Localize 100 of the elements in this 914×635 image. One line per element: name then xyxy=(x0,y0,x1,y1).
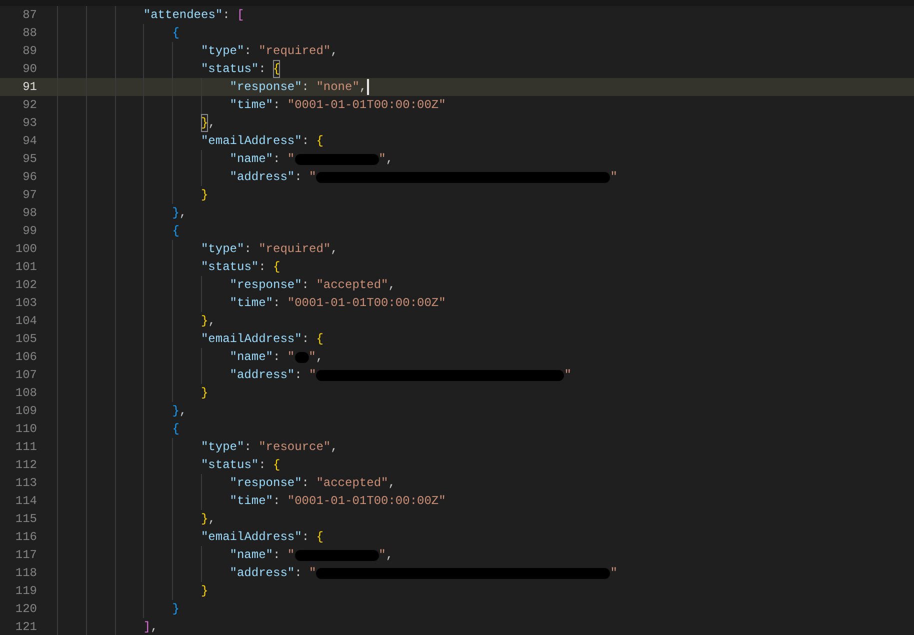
punctuation: , xyxy=(330,43,338,60)
json-key: "name" xyxy=(230,348,273,366)
line-number: 118 xyxy=(15,566,37,580)
punctuation: , xyxy=(388,277,396,294)
line-number: 88 xyxy=(22,26,37,40)
punctuation: : xyxy=(273,97,282,114)
bracket: } xyxy=(200,187,208,204)
line-number: 106 xyxy=(15,350,37,364)
json-string: " xyxy=(309,565,316,582)
punctuation: : xyxy=(302,475,310,492)
punctuation: : xyxy=(302,331,310,348)
json-string: "0001-01-01T00:00:00Z" xyxy=(287,97,446,114)
line-number: 109 xyxy=(15,404,37,418)
bracket: } xyxy=(172,601,180,618)
line-number: 108 xyxy=(15,386,37,400)
line-number: 112 xyxy=(15,458,37,472)
line-number: 94 xyxy=(22,134,37,148)
punctuation: : xyxy=(244,439,252,456)
bracket: [ xyxy=(237,7,244,24)
bracket: { xyxy=(172,223,180,240)
json-string: " xyxy=(564,367,572,384)
json-key: "address" xyxy=(230,366,295,384)
line-number: 105 xyxy=(15,332,37,346)
punctuation: , xyxy=(330,241,338,258)
json-key: "emailAddress" xyxy=(200,528,302,546)
bracket: } xyxy=(172,205,180,222)
json-key: "name" xyxy=(230,150,273,168)
json-key: "time" xyxy=(230,492,273,510)
text-cursor xyxy=(366,79,369,95)
punctuation: , xyxy=(359,79,367,96)
line-number: 107 xyxy=(15,368,37,382)
json-key: "status" xyxy=(200,456,259,474)
redaction-mark xyxy=(294,352,309,362)
line-number: 102 xyxy=(15,278,37,292)
punctuation: : xyxy=(294,367,303,384)
punctuation: : xyxy=(294,169,303,186)
bracket: { xyxy=(273,60,280,78)
json-key: "name" xyxy=(230,546,273,564)
punctuation: , xyxy=(208,115,216,132)
json-string: "accepted" xyxy=(316,475,388,492)
json-key: "emailAddress" xyxy=(200,132,302,150)
json-key: "status" xyxy=(200,258,259,276)
json-key: "time" xyxy=(230,294,273,312)
bracket: } xyxy=(200,313,208,330)
punctuation: , xyxy=(388,475,396,492)
line-number: 103 xyxy=(15,296,37,310)
line-number: 111 xyxy=(15,440,37,454)
line-number: 99 xyxy=(22,224,37,238)
line-number: 90 xyxy=(22,62,37,76)
line-number: 117 xyxy=(15,548,37,562)
bracket: { xyxy=(316,133,324,150)
punctuation: : xyxy=(258,259,267,276)
punctuation: : xyxy=(258,61,267,78)
line-number: 91 xyxy=(22,80,37,94)
json-key: "response" xyxy=(230,474,302,492)
bracket: { xyxy=(172,421,180,438)
bracket: ] xyxy=(143,619,151,635)
json-key: "address" xyxy=(230,168,295,186)
line-number: 119 xyxy=(15,584,37,598)
line-number: 87 xyxy=(22,8,37,22)
json-key: "emailAddress" xyxy=(200,330,302,348)
line-number: 100 xyxy=(15,242,37,256)
punctuation: : xyxy=(273,547,282,564)
json-string: "0001-01-01T00:00:00Z" xyxy=(287,493,446,510)
json-string: " xyxy=(308,349,316,366)
json-string: " xyxy=(287,151,295,168)
bracket: } xyxy=(200,385,208,402)
json-string: "0001-01-01T00:00:00Z" xyxy=(287,295,446,312)
punctuation: : xyxy=(302,133,310,150)
line-number: 114 xyxy=(15,494,37,508)
bracket: } xyxy=(200,511,208,528)
line-number: 92 xyxy=(22,98,37,112)
punctuation: : xyxy=(244,241,252,258)
punctuation: : xyxy=(273,349,282,366)
json-key: "type" xyxy=(200,438,244,456)
line-number: 116 xyxy=(15,530,37,544)
json-string: " xyxy=(378,151,386,168)
line-number: 96 xyxy=(22,170,37,184)
punctuation: : xyxy=(258,457,267,474)
json-string: " xyxy=(378,547,386,564)
bracket: { xyxy=(273,259,280,276)
line-number: 93 xyxy=(22,116,37,130)
bracket: { xyxy=(316,529,324,546)
punctuation: : xyxy=(222,7,231,24)
json-string: "required" xyxy=(258,43,331,60)
punctuation: : xyxy=(302,277,310,294)
punctuation: : xyxy=(244,43,252,60)
punctuation: : xyxy=(294,565,303,582)
json-string: "resource" xyxy=(258,439,331,456)
line-number: 95 xyxy=(22,152,37,166)
line-number: 115 xyxy=(15,512,37,526)
line-number: 113 xyxy=(15,476,37,490)
punctuation: , xyxy=(316,349,324,366)
punctuation: , xyxy=(150,619,158,635)
json-string: " xyxy=(309,169,316,186)
punctuation: : xyxy=(302,529,310,546)
bracket: } xyxy=(172,403,180,420)
punctuation: : xyxy=(273,295,282,312)
bracket: } xyxy=(200,583,208,600)
line-number: 110 xyxy=(15,422,37,436)
